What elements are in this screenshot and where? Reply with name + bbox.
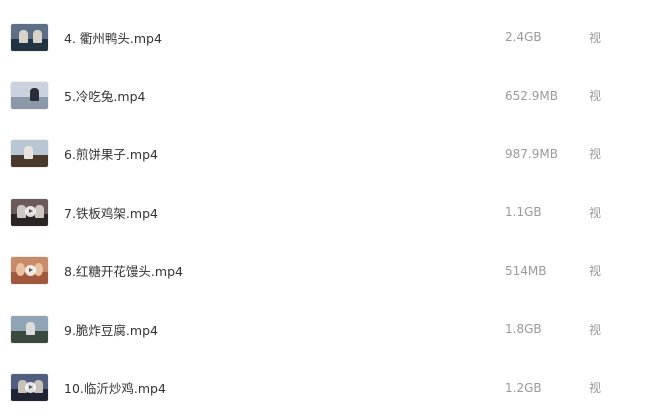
file-row[interactable]: 6.煎饼果子.mp4 987.9MB 视 bbox=[0, 125, 657, 183]
video-thumbnail-icon[interactable] bbox=[11, 82, 48, 110]
file-type: 视 bbox=[589, 322, 602, 337]
file-name[interactable]: 4. 衢州鸭头.mp4 bbox=[64, 28, 162, 47]
file-size: 1.1GB bbox=[505, 205, 542, 220]
file-type: 视 bbox=[589, 205, 602, 220]
file-size: 514MB bbox=[505, 263, 547, 278]
video-thumbnail-icon[interactable] bbox=[11, 23, 48, 51]
file-name[interactable]: 10.临沂炒鸡.mp4 bbox=[64, 378, 166, 397]
file-type: 视 bbox=[589, 381, 602, 396]
file-size: 987.9MB bbox=[505, 146, 558, 161]
file-type: 视 bbox=[589, 89, 602, 104]
file-size: 652.9MB bbox=[505, 88, 558, 103]
file-row[interactable]: 5.冷吃兔.mp4 652.9MB 视 bbox=[0, 66, 657, 124]
file-row[interactable]: 9.脆炸豆腐.mp4 1.8GB 视 bbox=[0, 300, 657, 358]
file-row[interactable]: 7.铁板鸡架.mp4 1.1GB 视 bbox=[0, 183, 657, 241]
play-icon bbox=[24, 381, 36, 393]
video-thumbnail-icon[interactable] bbox=[11, 315, 48, 343]
file-list: 4. 衢州鸭头.mp4 2.4GB 视 5.冷吃兔.mp4 652.9MB 视 … bbox=[0, 8, 657, 417]
file-type: 视 bbox=[589, 30, 602, 45]
file-size: 1.2GB bbox=[505, 380, 542, 395]
play-icon bbox=[24, 206, 36, 218]
file-row[interactable]: 4. 衢州鸭头.mp4 2.4GB 视 bbox=[0, 8, 657, 66]
file-type: 视 bbox=[589, 264, 602, 279]
file-name[interactable]: 8.红糖开花馒头.mp4 bbox=[64, 261, 183, 280]
file-name[interactable]: 9.脆炸豆腐.mp4 bbox=[64, 320, 158, 339]
file-name[interactable]: 5.冷吃兔.mp4 bbox=[64, 86, 145, 105]
file-row[interactable]: 8.红糖开花馒头.mp4 514MB 视 bbox=[0, 242, 657, 300]
play-icon bbox=[24, 264, 36, 276]
file-size: 2.4GB bbox=[505, 30, 542, 45]
file-size: 1.8GB bbox=[505, 322, 542, 337]
video-thumbnail-icon[interactable] bbox=[11, 198, 48, 226]
video-thumbnail-icon[interactable] bbox=[11, 140, 48, 168]
video-thumbnail-icon[interactable] bbox=[11, 374, 48, 402]
video-thumbnail-icon[interactable] bbox=[11, 257, 48, 285]
file-row[interactable]: 10.临沂炒鸡.mp4 1.2GB 视 bbox=[0, 358, 657, 416]
file-name[interactable]: 6.煎饼果子.mp4 bbox=[64, 144, 158, 163]
file-name[interactable]: 7.铁板鸡架.mp4 bbox=[64, 203, 158, 222]
file-type: 视 bbox=[589, 147, 602, 162]
